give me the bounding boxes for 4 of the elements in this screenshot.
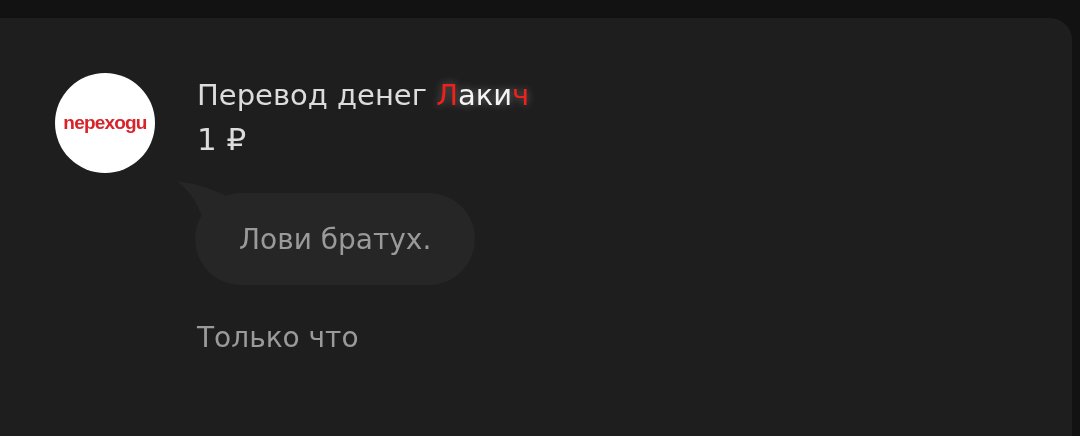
amount: 1 ₽ (197, 120, 247, 159)
timestamp: Только что (197, 321, 359, 354)
logo: nepexogu (63, 112, 147, 134)
transfer-title: Перевод денег Лакич (197, 77, 530, 114)
